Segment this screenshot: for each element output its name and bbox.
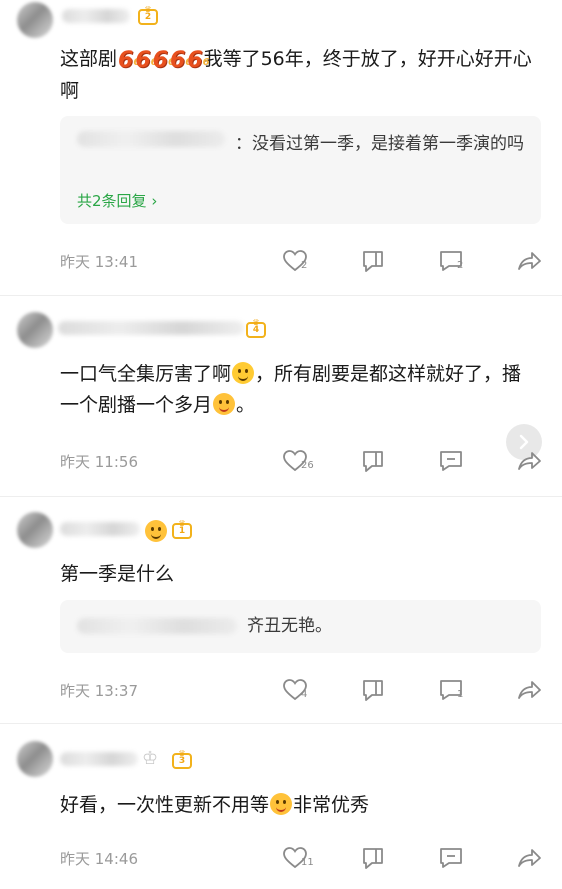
six-emoji-icon: 6 — [135, 45, 158, 78]
heart-eyes-emoji-icon — [145, 520, 167, 542]
dislike-button[interactable] — [354, 675, 394, 705]
comment-text: 这部剧66666我等了56年，终于放了，好开心好开心啊 — [60, 44, 540, 107]
reply-count: 2 — [457, 260, 464, 271]
like-button[interactable]: 4 — [276, 675, 316, 705]
like-button[interactable]: 11 — [276, 843, 316, 873]
like-count: 11 — [301, 857, 314, 868]
smile-emoji-icon — [232, 362, 255, 384]
like-button[interactable]: 26 — [276, 446, 316, 476]
comment-text: 第一季是什么 — [60, 563, 175, 585]
comment-text: 一口气全集厉害了啊 ，所有剧要是都这样就好了，播一个剧播一个多月。 — [60, 362, 522, 416]
dislike-button[interactable] — [354, 446, 394, 476]
vip-badge-icon: ♛ 3 — [172, 749, 192, 769]
comment-time: 昨天 13:41 — [60, 253, 138, 271]
six-emoji-icon: 6 — [153, 45, 176, 78]
comment-text: 好看，一次性更新不用等 非常优秀 — [60, 793, 370, 816]
divider — [0, 723, 562, 724]
share-arrow-icon — [518, 252, 541, 270]
happy-tears-emoji-icon — [270, 793, 293, 815]
like-count: 26 — [301, 460, 314, 471]
reply-preview-box[interactable]: 齐丑无艳。 — [60, 600, 541, 653]
comment-time: 昨天 14:46 — [60, 850, 138, 868]
reply-username — [77, 618, 237, 634]
share-arrow-icon — [518, 452, 541, 470]
dislike-icon — [363, 251, 383, 272]
vip-badge-icon: ♛ 1 — [172, 519, 192, 539]
reply-preview-box[interactable]: ：没看过第一季，是接着第一季演的吗 共2条回复 › — [60, 116, 541, 224]
like-button[interactable]: 2 — [276, 246, 316, 276]
share-arrow-icon — [518, 849, 541, 867]
ice-cream-emoji-icon: ♔ — [142, 748, 159, 769]
comment-time: 昨天 11:56 — [60, 453, 138, 471]
username[interactable] — [60, 522, 140, 536]
six-emoji-icon: 6 — [187, 45, 210, 78]
reply-preview-text: 齐丑无艳。 — [247, 616, 332, 636]
vip-badge-icon: ♛ 2 — [138, 5, 158, 25]
avatar[interactable] — [17, 312, 53, 348]
reply-count: 1 — [457, 689, 464, 700]
avatar[interactable] — [17, 741, 53, 777]
laugh-cry-emoji-icon — [213, 393, 236, 415]
reply-button[interactable] — [432, 843, 472, 873]
dislike-icon — [363, 680, 383, 701]
comment-bubble-icon — [440, 848, 462, 868]
like-count: 4 — [301, 689, 308, 700]
share-button[interactable] — [510, 675, 550, 705]
comment-time: 昨天 13:37 — [60, 682, 138, 700]
six-emoji-icon: 6 — [170, 45, 193, 78]
dislike-icon — [363, 451, 383, 472]
avatar[interactable] — [17, 2, 53, 38]
avatar[interactable] — [17, 512, 53, 548]
share-button[interactable] — [510, 446, 550, 476]
share-button[interactable] — [510, 843, 550, 873]
username[interactable] — [58, 321, 244, 335]
dislike-button[interactable] — [354, 843, 394, 873]
reply-button[interactable] — [432, 446, 472, 476]
like-count: 2 — [301, 260, 308, 271]
share-button[interactable] — [510, 246, 550, 276]
reply-button[interactable]: 2 — [432, 246, 472, 276]
divider — [0, 496, 562, 497]
divider — [0, 295, 562, 296]
share-arrow-icon — [518, 681, 541, 699]
reply-button[interactable]: 1 — [432, 675, 472, 705]
six-emoji-icon: 6 — [118, 45, 141, 78]
more-replies-link[interactable]: 共2条回复 › — [77, 190, 157, 211]
reply-preview-text: ：没看过第一季，是接着第一季演的吗 — [235, 134, 524, 154]
vip-badge-icon: ♛ 4 — [246, 318, 266, 338]
dislike-icon — [363, 848, 383, 869]
username[interactable] — [60, 752, 138, 766]
dislike-button[interactable] — [354, 246, 394, 276]
username[interactable] — [62, 9, 130, 23]
comment-bubble-icon — [440, 451, 462, 471]
